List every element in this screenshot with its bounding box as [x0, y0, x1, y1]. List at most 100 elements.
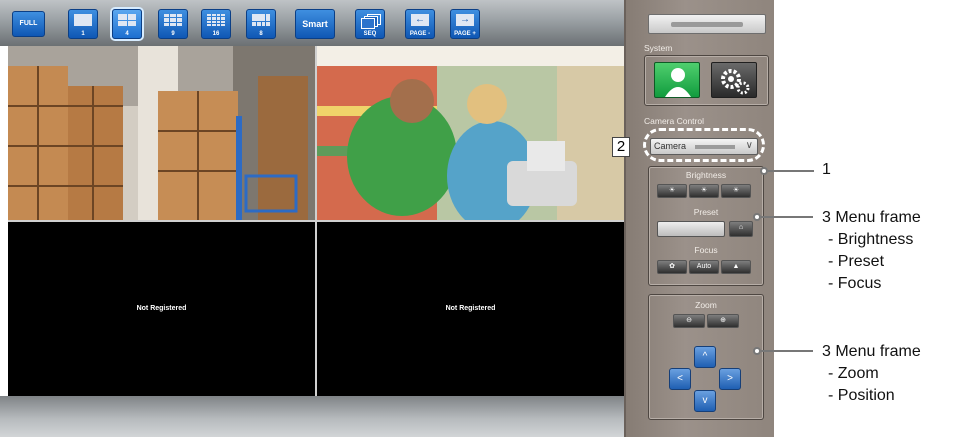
- layout-16-label: 16: [212, 31, 220, 37]
- pan-down-button[interactable]: v: [694, 390, 716, 412]
- grid-divider-horizontal: [8, 220, 624, 222]
- camera-view-1[interactable]: [8, 46, 315, 220]
- layout-8-label: 8: [259, 31, 263, 37]
- layout-toolbar: FULL 1 4 9 16 8 Smart SEQ ← PAGE - → PAG…: [0, 0, 624, 46]
- callout-number-2: 2: [612, 137, 630, 157]
- user-icon: [665, 68, 691, 97]
- gears-icon: [721, 69, 750, 95]
- ptz-menu-frame: Zoom ⊖ ⊕ ^ < > v: [648, 294, 764, 420]
- sequence-button[interactable]: SEQ: [355, 9, 385, 39]
- brightness-decrease-button[interactable]: ☀: [657, 184, 687, 198]
- arrow-up-icon: ^: [702, 351, 708, 362]
- page-next-label: PAGE +: [454, 31, 476, 37]
- not-registered-text: Not Registered: [445, 305, 496, 312]
- system-settings-button[interactable]: [711, 62, 757, 98]
- home-icon: ⌂: [738, 224, 744, 231]
- warehouse-image: [8, 46, 315, 220]
- layout-16-button[interactable]: 16: [201, 9, 231, 39]
- camera-view-4[interactable]: Not Registered: [317, 222, 624, 396]
- callout-number-1: 1: [822, 161, 831, 178]
- arrow-left-icon: ←: [411, 14, 429, 26]
- camera-view-2[interactable]: [317, 46, 624, 220]
- sun-icon: ☀: [700, 187, 708, 194]
- zoom-in-button[interactable]: ⊕: [707, 314, 739, 328]
- layout-9-button[interactable]: 9: [158, 9, 188, 39]
- camera-video-grid: Not Registered Not Registered: [8, 46, 624, 396]
- callout-dot-1: [760, 167, 768, 175]
- seq-label: SEQ: [363, 31, 377, 37]
- layout-8-button[interactable]: 8: [246, 9, 276, 39]
- camera-menu-frame: Brightness ☀ ☀ ☀ Preset ⌂ Focus ✿ Auto ▲: [648, 166, 764, 286]
- menu-frame-1-title: 3 Menu frame: [822, 209, 921, 226]
- arrow-right-icon: >: [727, 373, 733, 384]
- nine-view-icon: [164, 14, 182, 26]
- menu-frame-2-title: 3 Menu frame: [822, 343, 921, 360]
- focus-label: Focus: [694, 245, 718, 255]
- layout-9-label: 9: [171, 31, 175, 37]
- full-screen-button[interactable]: FULL: [12, 11, 45, 37]
- flower-icon: ✿: [669, 263, 675, 270]
- arrow-right-icon: →: [456, 14, 474, 26]
- menu-frame-2-item: - Zoom: [828, 365, 879, 382]
- arrow-left-icon: <: [677, 373, 683, 384]
- focus-auto-button[interactable]: Auto: [689, 260, 719, 274]
- preset-select[interactable]: [657, 221, 725, 237]
- preset-label: Preset: [693, 207, 719, 217]
- bottom-status-bar: [0, 396, 624, 437]
- not-registered-text: Not Registered: [136, 305, 187, 312]
- layout-4-button[interactable]: 4: [112, 9, 142, 39]
- callout-line-menu-1: [761, 216, 813, 218]
- system-label: System: [644, 43, 673, 53]
- page-prev-button[interactable]: ← PAGE -: [405, 9, 435, 39]
- camera-view-3[interactable]: Not Registered: [8, 222, 315, 396]
- control-side-panel: System Camera Control Camera ∨ Brightnes…: [624, 0, 774, 437]
- sun-large-icon: ☀: [732, 187, 740, 194]
- focus-auto-label: Auto: [696, 263, 712, 270]
- focus-far-button[interactable]: ▲: [721, 260, 751, 274]
- mountain-icon: ▲: [732, 263, 740, 270]
- shop-counter-image: [317, 46, 624, 220]
- blurred-camera-name: [695, 145, 735, 149]
- zoom-label: Zoom: [695, 300, 717, 310]
- user-settings-button[interactable]: [654, 62, 700, 98]
- callout-dot-menu-2: [753, 347, 761, 355]
- callout-line-1: [768, 170, 814, 172]
- pan-left-button[interactable]: <: [669, 368, 691, 390]
- focus-near-button[interactable]: ✿: [657, 260, 687, 274]
- layout-1-button[interactable]: 1: [68, 9, 98, 39]
- menu-frame-1-item: - Focus: [828, 275, 882, 292]
- zoom-out-button[interactable]: ⊖: [673, 314, 705, 328]
- menu-frame-1-item: - Preset: [828, 253, 885, 270]
- smart-label: Smart: [302, 19, 328, 29]
- preset-home-button[interactable]: ⌂: [729, 221, 753, 237]
- pan-right-button[interactable]: >: [719, 368, 741, 390]
- full-label: FULL: [19, 20, 38, 27]
- stacked-frames-icon: [361, 14, 381, 29]
- menu-frame-2-item: - Position: [828, 387, 895, 404]
- camera-control-label: Camera Control: [644, 116, 704, 126]
- layout-1-label: 1: [81, 31, 85, 37]
- single-view-icon: [74, 14, 92, 26]
- pan-up-button[interactable]: ^: [694, 346, 716, 368]
- brightness-label: Brightness: [685, 170, 727, 180]
- chevron-down-icon: ∨: [745, 140, 753, 151]
- page-prev-label: PAGE -: [409, 31, 431, 37]
- brightness-reset-button[interactable]: ☀: [689, 184, 719, 198]
- sixteen-view-icon: [207, 14, 225, 26]
- brightness-increase-button[interactable]: ☀: [721, 184, 751, 198]
- layout-4-label: 4: [125, 31, 129, 37]
- system-frame: [644, 55, 769, 106]
- callout-dot-menu-1: [753, 213, 761, 221]
- smart-button[interactable]: Smart: [295, 9, 335, 39]
- menu-frame-2-callout: 3 Menu frame - Zoom - Position: [822, 341, 921, 407]
- quad-view-icon: [118, 14, 136, 26]
- arrow-down-icon: v: [702, 395, 708, 406]
- camera-select-label: Camera: [654, 141, 687, 151]
- zoom-out-icon: ⊖: [686, 317, 692, 324]
- camera-select-dropdown[interactable]: Camera ∨: [650, 138, 758, 155]
- eight-view-icon: [252, 14, 270, 26]
- zoom-in-icon: ⊕: [720, 317, 726, 324]
- page-next-button[interactable]: → PAGE +: [450, 9, 480, 39]
- menu-frame-1-callout: 3 Menu frame - Brightness - Preset - Foc…: [822, 207, 921, 295]
- device-name-display: [648, 14, 766, 34]
